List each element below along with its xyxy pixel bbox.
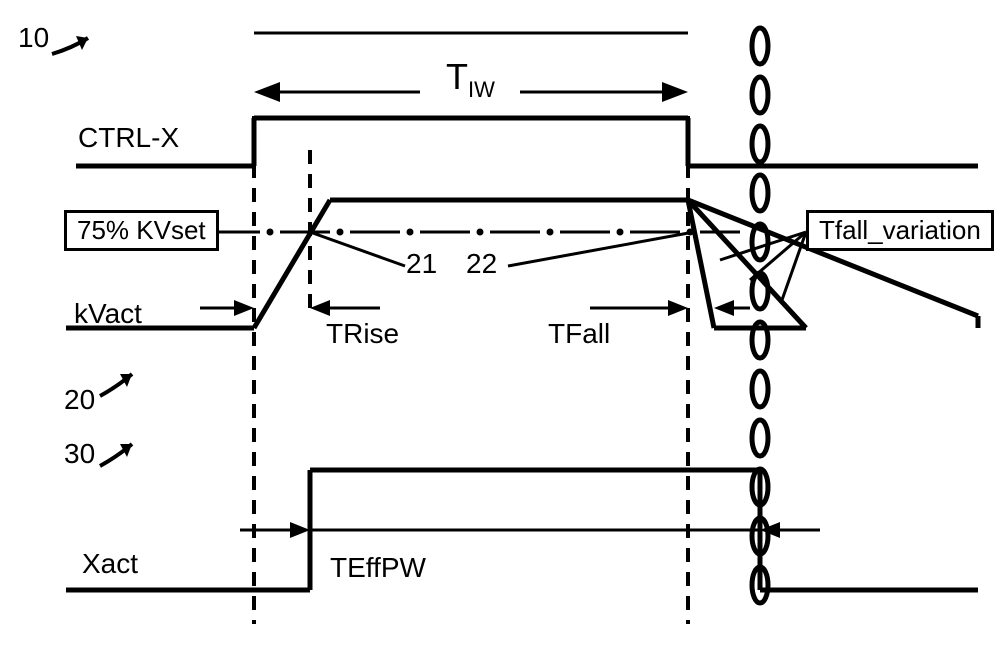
- ref-20: 20: [64, 384, 95, 416]
- label-xact: Xact: [82, 548, 138, 580]
- label-kvact: kVact: [74, 298, 142, 330]
- label-kvset: 75% KVset: [64, 210, 219, 251]
- timing-diagram: [0, 0, 1000, 654]
- label-tfall: TFall: [548, 318, 610, 350]
- label-trise: TRise: [326, 318, 399, 350]
- label-teffpw: TEffPW: [330, 552, 426, 584]
- ref-10: 10: [18, 22, 49, 54]
- label-tiw: TIW: [446, 56, 495, 103]
- ref-30: 30: [64, 438, 95, 470]
- label-21: 21: [406, 248, 437, 280]
- label-tfall-variation: Tfall_variation: [806, 210, 994, 251]
- label-ctrl-x: CTRL-X: [78, 122, 179, 154]
- label-22: 22: [466, 248, 497, 280]
